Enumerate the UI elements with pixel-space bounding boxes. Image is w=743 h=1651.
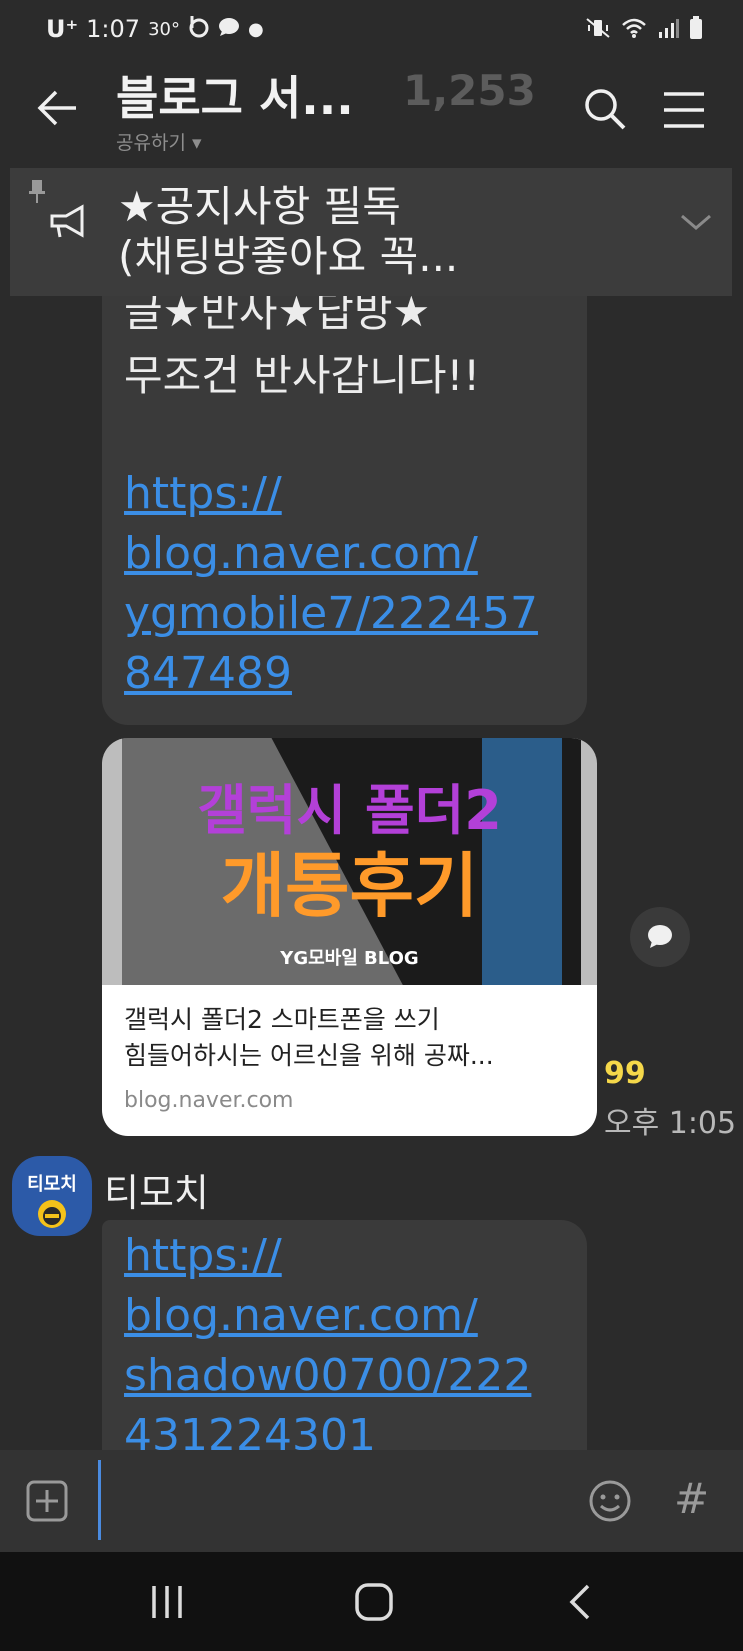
plus-square-icon[interactable] — [26, 1480, 68, 1522]
avatar[interactable]: 티모치 — [12, 1156, 92, 1236]
notice-line: ★공지사항 필독 — [118, 182, 401, 231]
description-line: 힘들어하시는 어르신을 위해 공짜... — [124, 1041, 494, 1070]
member-count: 1,253 — [403, 66, 536, 115]
message-bubble[interactable]: 글★반사★답방★ 무조건 반사갑니다!! https:// blog.naver… — [102, 287, 587, 725]
unread-count: 99 — [604, 1056, 646, 1091]
description-line: 갤럭시 폴더2 스마트폰을 쓰기 — [124, 1005, 440, 1034]
status-left: U⁺ 1:07 30° ● — [46, 14, 264, 44]
signal-icon — [657, 17, 679, 43]
share-dropdown[interactable]: 공유하기 ▾ — [116, 128, 202, 155]
link-preview-card[interactable]: 갤럭시 폴더2 개통후기 YG모바일 BLOG 갤럭시 폴더2 스마트폰을 쓰기… — [102, 738, 597, 1136]
pin-icon — [28, 180, 46, 208]
thumbnail-title-2: 개통후기 — [220, 845, 479, 927]
notice-line: (채팅방좋아요 꼭... — [118, 232, 459, 281]
back-chevron-icon[interactable] — [566, 1584, 594, 1624]
message-time: 오후 1:05 — [604, 1106, 737, 1141]
b-app-icon — [188, 14, 210, 44]
preview-thumbnail: 갤럭시 폴더2 개통후기 YG모바일 BLOG — [102, 738, 597, 985]
thumbnail-caption: YG모바일 BLOG — [280, 948, 419, 969]
reply-comment-button[interactable] — [630, 907, 690, 967]
link-line[interactable]: 847489 — [124, 644, 292, 704]
notice-text: ★공지사항 필독 (채팅방좋아요 꼭... — [118, 182, 678, 282]
preview-description: 갤럭시 폴더2 스마트폰을 쓰기 힘들어하시는 어르신을 위해 공짜... — [124, 1002, 574, 1074]
back-arrow-icon[interactable] — [36, 88, 80, 128]
message-text-line: 무조건 반사갑니다!! — [124, 351, 481, 400]
mute-vibrate-icon — [585, 17, 611, 43]
temperature: 30° — [148, 18, 180, 40]
dot-icon: ● — [247, 18, 264, 40]
system-nav-bar — [0, 1552, 743, 1651]
caret-down-icon: ▾ — [191, 132, 202, 154]
message-input-bar: # — [0, 1450, 743, 1552]
preview-domain: blog.naver.com — [124, 1088, 294, 1113]
wifi-icon — [621, 17, 647, 43]
chat-header: 블로그 서... 1,253 공유하기 ▾ — [0, 52, 743, 160]
message-bubble[interactable]: https:// blog.naver.com/ shadow00700/222… — [102, 1220, 587, 1480]
chevron-down-icon[interactable] — [678, 210, 714, 238]
home-icon[interactable] — [354, 1582, 394, 1626]
status-right — [585, 16, 703, 44]
emoji-icon[interactable] — [588, 1479, 632, 1523]
chat-bubble-icon — [218, 15, 240, 43]
avatar-character-icon — [38, 1200, 66, 1228]
sender-name: 티모치 — [104, 1171, 209, 1215]
link-line[interactable]: shadow00700/222 — [124, 1346, 531, 1406]
hashtag-icon[interactable]: # — [674, 1474, 709, 1523]
message-input-field[interactable] — [98, 1460, 101, 1540]
link-line[interactable]: https:// — [124, 464, 282, 524]
clock: 1:07 — [86, 15, 141, 43]
comment-icon — [648, 925, 672, 948]
search-icon[interactable] — [582, 86, 628, 132]
link-line[interactable]: ygmobile7/222457 — [124, 584, 538, 644]
carrier-label: U⁺ — [46, 15, 79, 43]
hamburger-menu-icon[interactable] — [662, 90, 706, 130]
link-line[interactable]: blog.naver.com/ — [124, 1286, 478, 1346]
recent-apps-icon[interactable] — [150, 1584, 184, 1624]
megaphone-icon — [46, 202, 90, 246]
notice-banner[interactable]: ★공지사항 필독 (채팅방좋아요 꼭... — [10, 168, 732, 296]
battery-icon — [689, 16, 703, 44]
status-bar: U⁺ 1:07 30° ● — [0, 0, 743, 52]
share-label: 공유하기 — [116, 132, 186, 154]
link-line[interactable]: blog.naver.com/ — [124, 524, 478, 584]
link-line[interactable]: https:// — [124, 1226, 282, 1286]
chat-title[interactable]: 블로그 서... — [116, 62, 354, 128]
